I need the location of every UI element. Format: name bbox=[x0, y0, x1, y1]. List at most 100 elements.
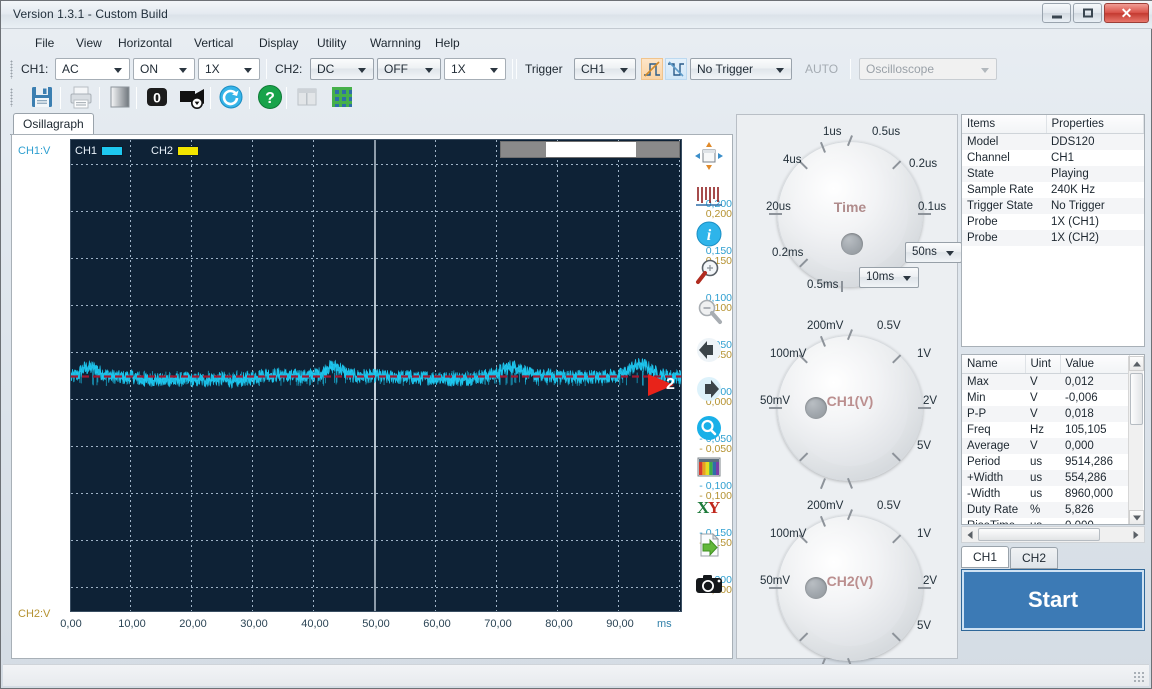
menu-item-utility[interactable]: Utility bbox=[314, 36, 349, 53]
table-row[interactable]: AverageV0,000 bbox=[962, 438, 1130, 454]
tab-ch1[interactable]: CH1 bbox=[961, 546, 1009, 568]
menu-item-help[interactable]: Help bbox=[432, 36, 463, 53]
separator bbox=[286, 87, 287, 109]
rising-edge-button[interactable] bbox=[641, 58, 663, 80]
palette-button[interactable] bbox=[694, 452, 726, 484]
time-label-05us: 0.5us bbox=[872, 126, 900, 138]
plot-horizontal-scrollbar[interactable] bbox=[500, 141, 680, 158]
zoom-in-button[interactable] bbox=[694, 257, 726, 289]
table-row[interactable]: Probe1X (CH2) bbox=[962, 230, 1144, 246]
panel-button[interactable] bbox=[293, 83, 323, 113]
menu-item-view[interactable]: View bbox=[73, 36, 105, 53]
help-button[interactable]: ? bbox=[256, 83, 286, 113]
table-row[interactable]: Periodus9514,286 bbox=[962, 454, 1130, 470]
x-tick: 80,00 bbox=[534, 618, 584, 630]
menu-item-warnning[interactable]: Warnning bbox=[367, 36, 424, 53]
ch2-coupling-select[interactable]: DC bbox=[310, 58, 374, 80]
gradient-button[interactable] bbox=[106, 83, 136, 113]
camera-button[interactable] bbox=[694, 569, 726, 601]
menu-item-vertical[interactable]: Vertical bbox=[191, 36, 236, 53]
table-row[interactable]: RiseTimeus0,000 bbox=[962, 518, 1130, 525]
close-button[interactable]: ✕ bbox=[1104, 3, 1149, 23]
table-row[interactable]: Duty Rate%5,826 bbox=[962, 502, 1130, 518]
table-cell: Min bbox=[962, 390, 1025, 406]
table-cell: 9514,286 bbox=[1060, 454, 1130, 470]
table-row[interactable]: ChannelCH1 bbox=[962, 150, 1144, 166]
export-button[interactable] bbox=[694, 530, 726, 562]
table-row[interactable]: Sample Rate240K Hz bbox=[962, 182, 1144, 198]
print-button[interactable] bbox=[67, 83, 97, 113]
ch1-state-select[interactable]: ON bbox=[133, 58, 195, 80]
table-row[interactable]: ModelDDS120 bbox=[962, 134, 1144, 151]
measurements-hscrollbar-thumb[interactable] bbox=[978, 528, 1100, 541]
table-row[interactable]: FreqHz105,105 bbox=[962, 422, 1130, 438]
tab-ch2[interactable]: CH2 bbox=[1010, 547, 1058, 569]
plot-scrollbar-thumb[interactable] bbox=[546, 142, 636, 157]
minimize-button[interactable] bbox=[1042, 3, 1071, 23]
time-fine-select[interactable]: 50ns bbox=[905, 242, 962, 263]
time-knob-indicator[interactable] bbox=[841, 233, 863, 255]
table-row[interactable]: +Widthus554,286 bbox=[962, 470, 1130, 486]
table-row[interactable]: MaxV0,012 bbox=[962, 374, 1130, 391]
ch2-state-select[interactable]: OFF bbox=[377, 58, 441, 80]
ch2-probe-select[interactable]: 1X bbox=[444, 58, 506, 80]
waveform-plot[interactable]: CH1 CH2 2 bbox=[70, 139, 682, 612]
table-cell: us bbox=[1025, 518, 1060, 525]
ch1-coupling-select[interactable]: AC bbox=[55, 58, 130, 80]
pan-move-button[interactable] bbox=[694, 141, 726, 173]
menu-item-horizontal[interactable]: Horizontal bbox=[115, 36, 175, 53]
table-row[interactable]: Probe1X (CH1) bbox=[962, 214, 1144, 230]
forward-button[interactable] bbox=[694, 374, 726, 406]
zoom-out-button[interactable] bbox=[694, 296, 726, 328]
table-cell: V bbox=[1025, 374, 1060, 391]
table-cell: 8960,000 bbox=[1060, 486, 1130, 502]
trigger-source-select[interactable]: CH1 bbox=[574, 58, 636, 80]
ch2-label-50mv: 50mV bbox=[760, 575, 790, 587]
time-label-01us: 0.1us bbox=[918, 201, 946, 213]
trigger-mode-select[interactable]: No Trigger bbox=[690, 58, 792, 80]
ch1-volts-knob[interactable]: CH1(V) 200mV 0.5V 100mV 1V 50mV 2V 5V bbox=[765, 323, 935, 493]
ch1-label: CH1: bbox=[21, 62, 48, 76]
resize-grip[interactable] bbox=[1133, 671, 1145, 683]
ruler-button[interactable] bbox=[694, 181, 726, 213]
menu-item-display[interactable]: Display bbox=[256, 36, 301, 53]
legend-swatch-ch1 bbox=[101, 146, 123, 156]
scroll-left-button[interactable] bbox=[963, 528, 977, 541]
table-row[interactable]: Trigger StateNo Trigger bbox=[962, 198, 1144, 214]
table-row[interactable]: P-PV0,018 bbox=[962, 406, 1130, 422]
tab-osillagraph[interactable]: Osillagraph bbox=[13, 113, 94, 135]
measurements-scrollbar-thumb[interactable] bbox=[1130, 373, 1143, 425]
ruler-icon bbox=[694, 181, 724, 211]
measurements-horizontal-scrollbar[interactable] bbox=[961, 526, 1145, 543]
zero-badge-button[interactable]: 0 bbox=[143, 83, 173, 113]
scroll-up-button[interactable] bbox=[1129, 356, 1144, 371]
save-button[interactable] bbox=[28, 83, 58, 113]
ch1-knob-indicator[interactable] bbox=[805, 397, 827, 419]
back-button[interactable] bbox=[694, 335, 726, 367]
chevron-down-icon bbox=[776, 68, 784, 73]
table-row[interactable]: MinV-0,006 bbox=[962, 390, 1130, 406]
scroll-down-button[interactable] bbox=[1129, 510, 1144, 525]
xy-mode-button[interactable]: X Y bbox=[694, 491, 726, 523]
ch2-label-5v: 5V bbox=[917, 620, 931, 632]
toolbar-grip[interactable] bbox=[10, 88, 13, 107]
falling-edge-button[interactable] bbox=[665, 58, 687, 80]
measurements-vertical-scrollbar[interactable] bbox=[1128, 356, 1143, 525]
ch1-probe-select[interactable]: 1X bbox=[198, 58, 260, 80]
time-coarse-select[interactable]: 10ms bbox=[859, 267, 919, 288]
menu-item-file[interactable]: File bbox=[32, 36, 57, 53]
scroll-right-button[interactable] bbox=[1129, 528, 1143, 541]
ch2-volts-knob[interactable]: CH2(V) 200mV 0.5V 100mV 1V 50mV 2V 5V bbox=[765, 503, 935, 673]
ch2-knob-indicator[interactable] bbox=[805, 577, 827, 599]
table-row[interactable]: -Widthus8960,000 bbox=[962, 486, 1130, 502]
toolbar-grip[interactable] bbox=[10, 60, 13, 79]
refresh-button[interactable] bbox=[217, 83, 247, 113]
search-button[interactable] bbox=[694, 413, 726, 445]
start-button[interactable]: Start bbox=[961, 569, 1145, 631]
table-row[interactable]: StatePlaying bbox=[962, 166, 1144, 182]
info-button[interactable]: i bbox=[694, 219, 726, 251]
record-button[interactable] bbox=[178, 83, 208, 113]
maximize-button[interactable] bbox=[1073, 3, 1102, 23]
grid-button[interactable] bbox=[328, 83, 358, 113]
device-select[interactable]: Oscilloscope bbox=[859, 58, 997, 80]
